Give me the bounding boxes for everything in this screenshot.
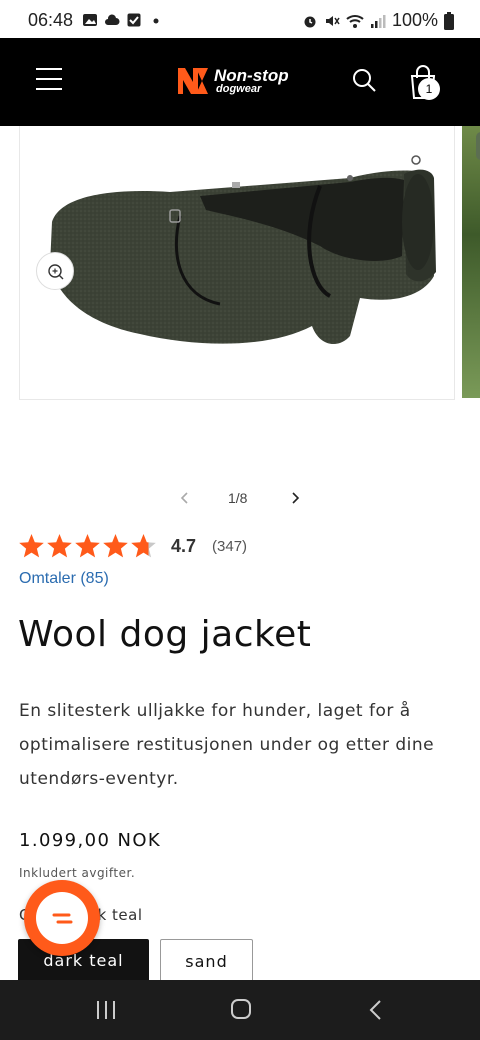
wifi-icon [346, 14, 364, 28]
mute-icon [325, 15, 340, 26]
product-title: Wool dog jacket [18, 614, 312, 655]
gallery-pager: 1/8 [0, 486, 480, 510]
status-right: 100% [302, 10, 454, 31]
chat-bubble [36, 892, 88, 944]
chevron-left-icon[interactable] [176, 488, 194, 508]
star-icon [131, 533, 156, 557]
reviews-link[interactable]: Omtaler (85) [19, 570, 109, 588]
product-price: 1.099,00 NOK [19, 830, 162, 851]
star-icon [19, 533, 44, 557]
chevron-right-icon[interactable] [286, 488, 304, 508]
wool-jacket-image [50, 155, 436, 345]
tax-note: Inkludert avgifter. [19, 866, 136, 880]
logo-sub-text: dogwear [216, 83, 262, 95]
cloud-icon [105, 14, 120, 25]
rating-count: (347) [212, 537, 248, 555]
menu-button[interactable] [36, 68, 64, 92]
product-image-slide[interactable] [19, 126, 455, 400]
product-rating: 4.7 (347) [18, 530, 247, 562]
star-icon [103, 533, 128, 557]
search-icon[interactable] [350, 66, 378, 94]
star-icon [47, 533, 72, 557]
site-header: Non-stop dogwear [0, 38, 480, 126]
recents-icon[interactable] [94, 999, 118, 1021]
battery-icon [444, 11, 454, 30]
chat-button[interactable] [24, 880, 100, 956]
slide-counter: 1/8 [228, 490, 248, 506]
next-slide-preview[interactable] [462, 126, 480, 398]
swatch-sand[interactable]: sand [160, 939, 253, 983]
logo-mark-icon [178, 68, 208, 94]
brand-logo[interactable]: Non-stop dogwear [176, 64, 289, 98]
logo-main-text: Non-stop [214, 66, 289, 85]
star-icon [75, 533, 100, 557]
menu-icon-bar [36, 88, 62, 90]
signal-icon [370, 14, 386, 28]
check-icon [127, 13, 141, 27]
image-icon [83, 14, 97, 26]
cart-count-badge: 1 [418, 78, 440, 100]
rating-stars [18, 533, 157, 560]
zoom-in-icon [48, 264, 64, 280]
home-icon[interactable] [229, 997, 253, 1021]
product-gallery[interactable] [0, 126, 480, 466]
menu-icon-bar [36, 68, 62, 70]
status-left-icons [82, 12, 164, 28]
battery-percent: 100% [391, 10, 438, 30]
zoom-button[interactable] [36, 252, 74, 290]
product-description: En slitesterk ulljakke for hunder, laget… [19, 701, 435, 789]
status-bar: 06:48 100% [0, 0, 480, 40]
logo-wordmark: Non-stop dogwear [214, 67, 289, 95]
alarm-icon [304, 16, 316, 27]
chat-icon [52, 913, 73, 924]
status-time: 06:48 [28, 10, 74, 30]
system-nav-bar [0, 980, 480, 1040]
rating-value: 4.7 [171, 535, 197, 556]
dot-icon [153, 18, 159, 24]
back-icon[interactable] [364, 998, 388, 1022]
menu-icon-bar [36, 78, 62, 80]
